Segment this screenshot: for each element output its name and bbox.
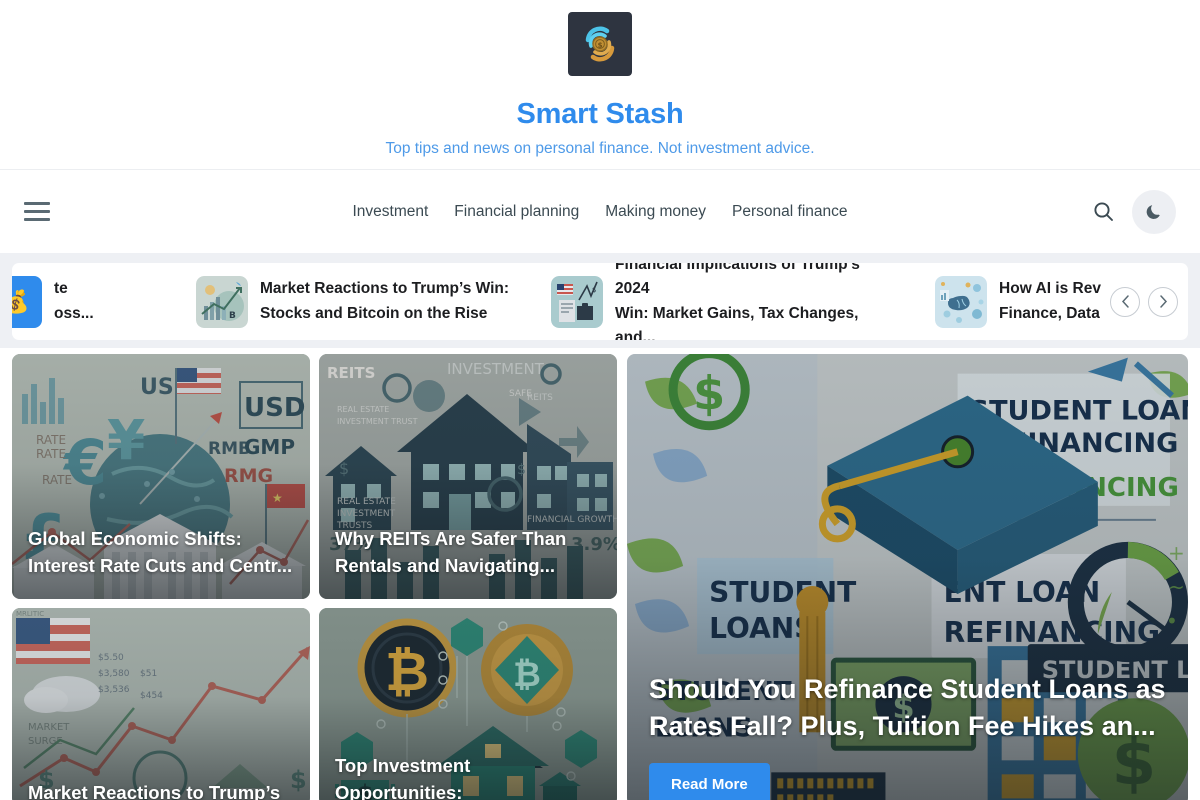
card-student-loan-refinancing[interactable]: $ STUDENT LOAN REFINANCING REFIANCING EN…: [627, 354, 1188, 800]
ai-brain-thumbnail-icon: [935, 275, 988, 328]
ticker-title-line: Win: Market Gains, Tax Changes, and...: [615, 304, 859, 341]
coin-stash-logo-icon: $: [585, 26, 615, 62]
grid-top-row: € £ ¥ USD USD RMB GMP RMG: [12, 354, 617, 599]
ticker-title-line: oss...: [54, 304, 94, 322]
ticker-title-line: Market Reactions to Trump’s Win:: [260, 280, 510, 298]
nav-item-financial-planning[interactable]: Financial planning: [454, 203, 579, 221]
navbar-actions: [1090, 189, 1176, 234]
ticker-item-title: Financial Implications of Trump’s 2024 W…: [615, 263, 893, 340]
svg-text:B: B: [229, 311, 236, 321]
ticker-next-button[interactable]: [1148, 286, 1178, 317]
flag-briefcase-thumbnail-icon: $: [551, 275, 604, 328]
article-grid: € £ ¥ USD USD RMB GMP RMG: [0, 354, 1200, 800]
flag-briefcase-thumbnail: $: [551, 275, 604, 328]
ticker-item-title: How AI is Rev Finance, Data: [999, 277, 1101, 325]
money-bag-icon: 💰: [12, 275, 42, 328]
grid-left-column: € £ ¥ USD USD RMB GMP RMG: [12, 354, 617, 800]
ticker-item-title: te oss...: [54, 277, 154, 325]
search-button[interactable]: [1090, 199, 1116, 225]
market-chart-thumbnail: B: [196, 275, 248, 328]
hamburger-menu-icon[interactable]: [24, 202, 50, 221]
ticker-carousel: 💰 te oss... B Market Reactions to Trump’…: [12, 263, 1188, 340]
ticker-title-line: Finance, Data: [999, 304, 1100, 322]
nav-links: Investment Financial planning Making mon…: [0, 203, 1200, 221]
ticker-nav: [1110, 286, 1178, 317]
nav-item-personal-finance[interactable]: Personal finance: [732, 203, 847, 221]
chevron-right-icon: [1159, 295, 1167, 308]
ticker-title-line: Stocks and Bitcoin on the Rise: [260, 304, 488, 322]
nav-item-investment[interactable]: Investment: [352, 203, 428, 221]
ai-brain-thumbnail: [935, 275, 988, 328]
card-global-economic-shifts[interactable]: € £ ¥ USD USD RMB GMP RMG: [12, 354, 310, 599]
card-top-investment[interactable]: ₿ ₿: [319, 608, 617, 800]
ticker-title-line: Financial Implications of Trump’s 2024: [615, 263, 860, 298]
card-reits[interactable]: REITS INVESTMENT REAL ESTATE INVESTMENT …: [319, 354, 617, 599]
site-logo[interactable]: $: [568, 12, 632, 76]
ticker-prev-button[interactable]: [1110, 286, 1140, 317]
ticker-title-line: How AI is Rev: [999, 280, 1101, 298]
site-tagline: Top tips and news on personal finance. N…: [385, 140, 815, 157]
ticker-title-line: te: [54, 280, 68, 298]
search-icon: [1093, 202, 1113, 221]
card-title: Global Economic Shifts: Interest Rate Cu…: [28, 528, 293, 576]
market-chart-thumbnail-icon: B: [196, 275, 248, 328]
svg-text:$: $: [592, 286, 596, 294]
card-title: Top Investment Opportunities:: [335, 755, 471, 800]
card-title: Market Reactions to Trump’s: [28, 781, 281, 800]
chevron-left-icon: [1121, 295, 1129, 308]
theme-toggle-button[interactable]: [1132, 189, 1176, 234]
card-title: Should You Refinance Student Loans as Ra…: [649, 674, 1166, 741]
site-header: $ Smart Stash Top tips and news on perso…: [0, 0, 1200, 170]
grid-bottom-row: MARKET SURGE $5.50 $3,580 $3,536 $51 $45…: [12, 608, 617, 800]
ticker-item[interactable]: B Market Reactions to Trump’s Win: Stock…: [196, 275, 551, 328]
ticker-bar: 💰 te oss... B Market Reactions to Trump’…: [0, 253, 1200, 348]
svg-text:$: $: [598, 42, 603, 50]
card-overlay: [12, 608, 310, 800]
ticker-item[interactable]: 💰 te oss...: [12, 275, 196, 328]
navbar: Investment Financial planning Making mon…: [0, 170, 1200, 253]
ticker-item[interactable]: $ Financial Implications of Trump’s 2024…: [551, 263, 935, 340]
ticker-track: 💰 te oss... B Market Reactions to Trump’…: [12, 263, 1104, 340]
ticker-item-title: Market Reactions to Trump’s Win: Stocks …: [260, 277, 509, 325]
card-title: Why REITs Are Safer Than Rentals and Nav…: [335, 528, 567, 576]
read-more-button[interactable]: Read More: [649, 763, 770, 800]
moon-icon: [1146, 205, 1160, 219]
ticker-item[interactable]: How AI is Rev Finance, Data: [935, 275, 1104, 328]
card-market-reactions[interactable]: MARKET SURGE $5.50 $3,580 $3,536 $51 $45…: [12, 608, 310, 800]
nav-item-making-money[interactable]: Making money: [605, 203, 706, 221]
site-title: Smart Stash: [516, 98, 684, 130]
